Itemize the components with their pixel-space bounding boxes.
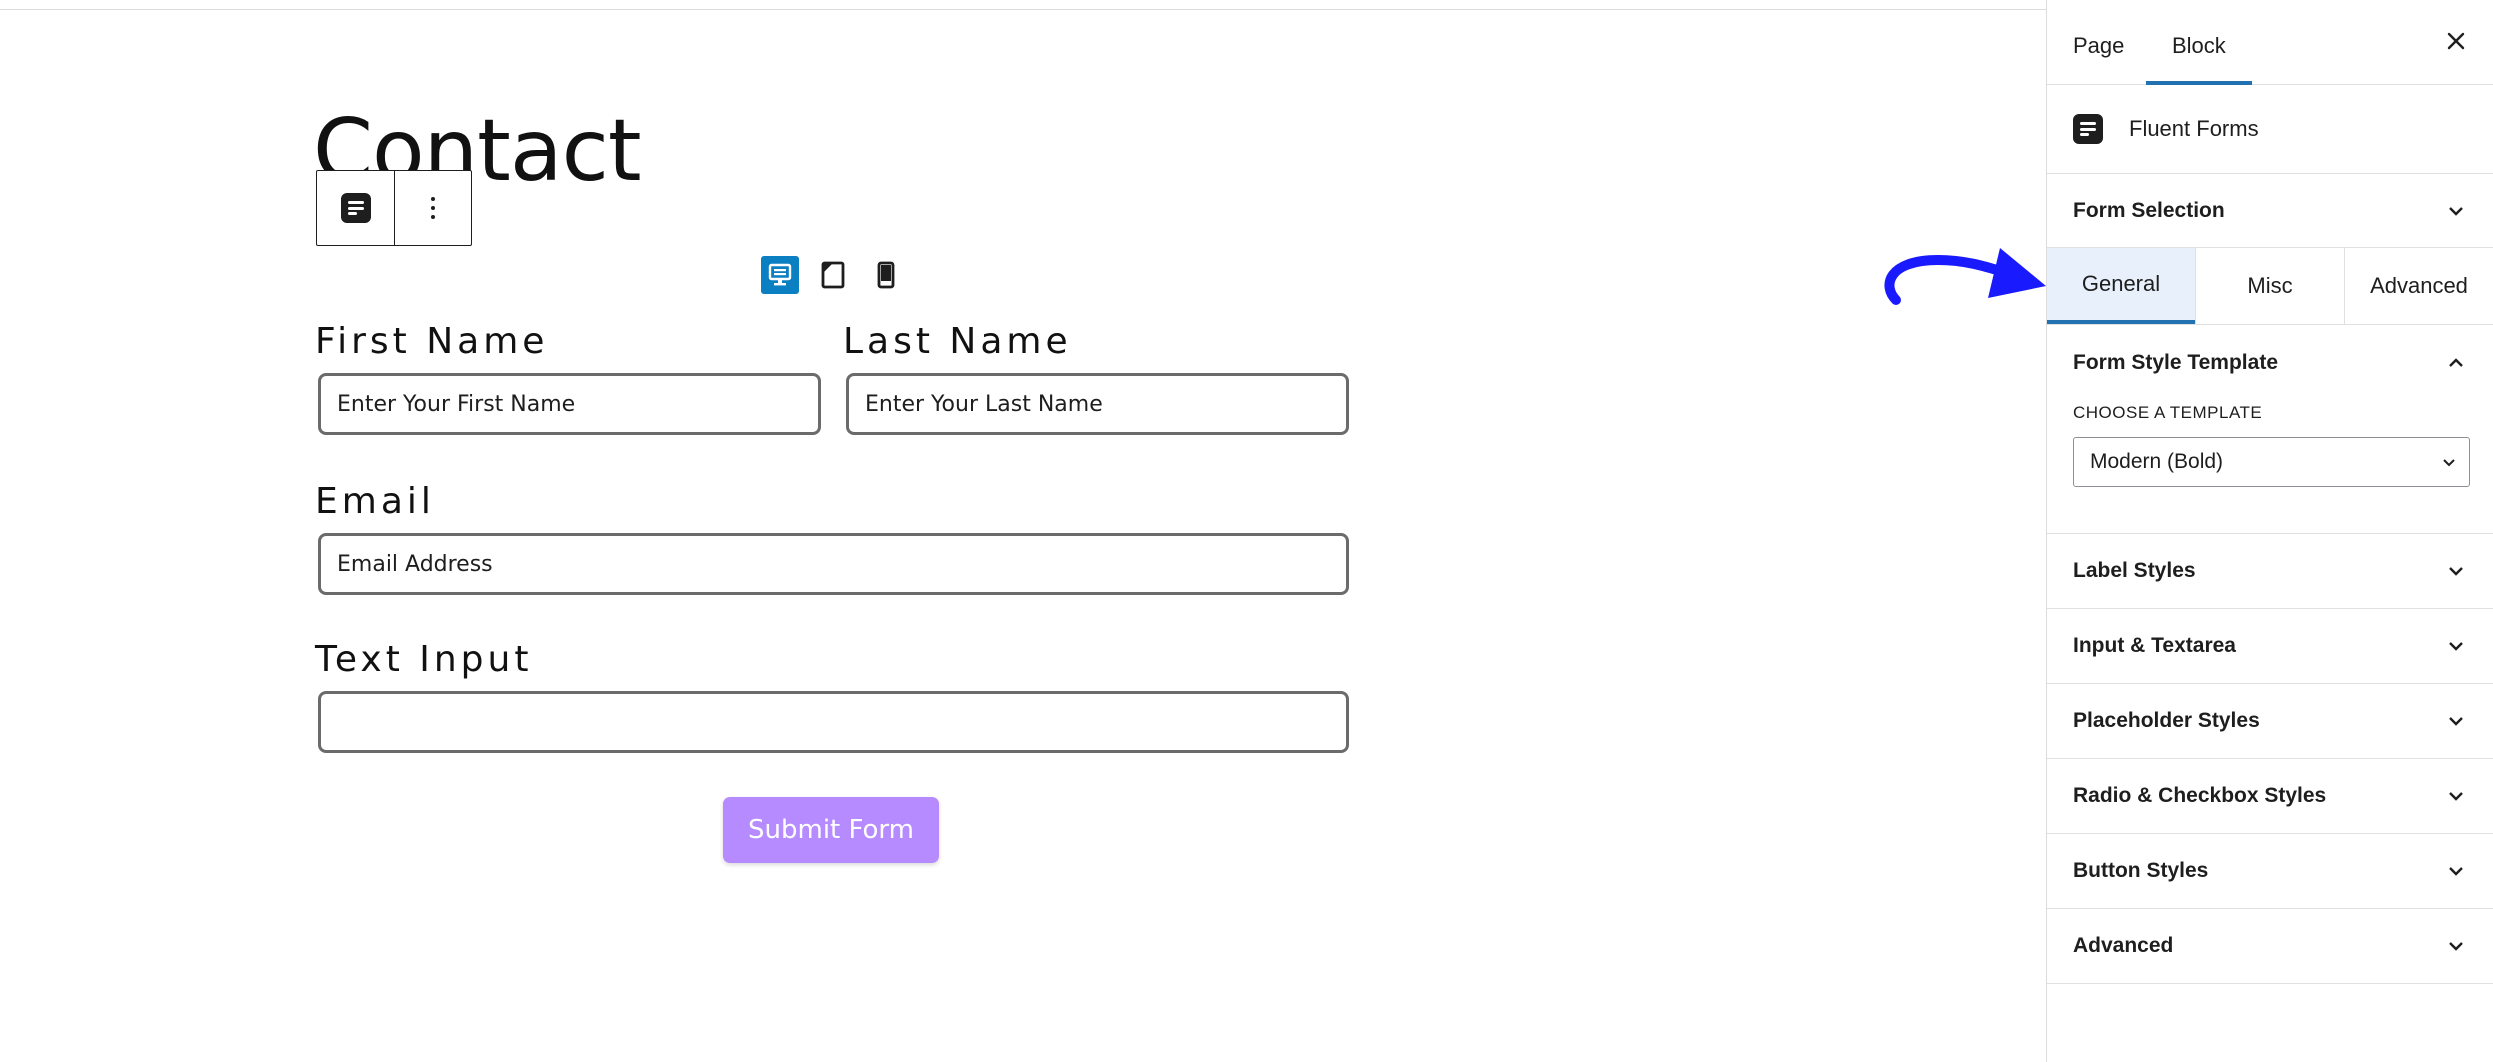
block-card: Fluent Forms [2047, 85, 2493, 174]
panel-title: Advanced [2073, 934, 2174, 957]
chevron-down-icon [2449, 717, 2463, 726]
panel-title: Label Styles [2073, 559, 2196, 582]
panel-title: Placeholder Styles [2073, 709, 2260, 732]
close-icon[interactable] [2444, 29, 2468, 53]
form-style-template-panel: Form Style Template CHOOSE A TEMPLATE Mo… [2047, 325, 2493, 534]
chevron-down-icon [2449, 567, 2463, 576]
panel-title: Form Selection [2073, 198, 2225, 222]
template-select-value: Modern (Bold) [2090, 450, 2224, 473]
tab-advanced[interactable]: Advanced [2344, 248, 2493, 324]
block-toolbar [316, 170, 472, 246]
input-textarea-panel[interactable]: Input & Textarea [2047, 609, 2493, 684]
panel-title: Input & Textarea [2073, 634, 2236, 657]
chevron-down-icon [2449, 942, 2463, 951]
block-options-button[interactable] [394, 171, 471, 245]
mobile-icon [877, 261, 895, 289]
desktop-icon [768, 263, 792, 286]
panel-title: Form Style Template [2073, 351, 2278, 374]
form-selection-panel[interactable]: Form Selection [2047, 174, 2493, 248]
tab-misc[interactable]: Misc [2195, 248, 2344, 324]
label-styles-panel[interactable]: Label Styles [2047, 534, 2493, 609]
tab-general[interactable]: General [2047, 248, 2195, 324]
chevron-up-icon [2449, 358, 2463, 367]
panel-title: Button Styles [2073, 859, 2209, 882]
fluent-forms-icon [2073, 114, 2103, 144]
form-style-template-header[interactable]: Form Style Template [2073, 325, 2467, 401]
first-name-label: First Name [315, 321, 549, 362]
email-input[interactable] [318, 533, 1349, 595]
block-type-button[interactable] [317, 171, 394, 245]
chevron-down-icon [2449, 206, 2463, 216]
last-name-input[interactable] [846, 373, 1349, 435]
annotation-arrow-icon [1884, 248, 2046, 305]
submit-form-button[interactable]: Submit Form [723, 797, 939, 863]
placeholder-styles-panel[interactable]: Placeholder Styles [2047, 684, 2493, 759]
fluent-forms-icon [340, 193, 371, 223]
chevron-down-icon [2449, 792, 2463, 801]
chevron-down-icon [2449, 642, 2463, 651]
tab-page[interactable]: Page [2047, 0, 2150, 84]
radio-checkbox-styles-panel[interactable]: Radio & Checkbox Styles [2047, 759, 2493, 834]
chevron-down-icon [2443, 459, 2455, 467]
style-tabs: General Misc Advanced [2047, 248, 2493, 325]
text-input-label: Text Input [315, 639, 533, 680]
text-input-field[interactable] [318, 691, 1349, 753]
more-vertical-icon [431, 197, 435, 219]
block-name: Fluent Forms [2129, 116, 2259, 141]
last-name-label: Last Name [843, 321, 1072, 362]
device-preview-switcher [761, 256, 905, 294]
button-styles-panel[interactable]: Button Styles [2047, 834, 2493, 909]
settings-sidebar: Page Block Fluent Forms Form Selection G… [2046, 0, 2493, 1062]
panel-title: Radio & Checkbox Styles [2073, 784, 2327, 807]
advanced-panel[interactable]: Advanced [2047, 909, 2493, 984]
desktop-preview-button[interactable] [761, 256, 799, 294]
sidebar-tabs: Page Block [2047, 0, 2493, 85]
editor-canvas: Contact First Name Enter Your First Name… [0, 10, 2046, 1062]
template-select[interactable]: Modern (Bold) [2073, 437, 2470, 487]
first-name-input[interactable] [318, 373, 821, 435]
choose-template-label: CHOOSE A TEMPLATE [2073, 403, 2263, 422]
email-label: Email [315, 481, 435, 522]
tab-block[interactable]: Block [2146, 0, 2252, 85]
tablet-icon [821, 261, 845, 289]
mobile-preview-button[interactable] [867, 256, 905, 294]
tablet-preview-button[interactable] [814, 256, 852, 294]
chevron-down-icon [2449, 867, 2463, 876]
top-divider [0, 0, 2046, 10]
